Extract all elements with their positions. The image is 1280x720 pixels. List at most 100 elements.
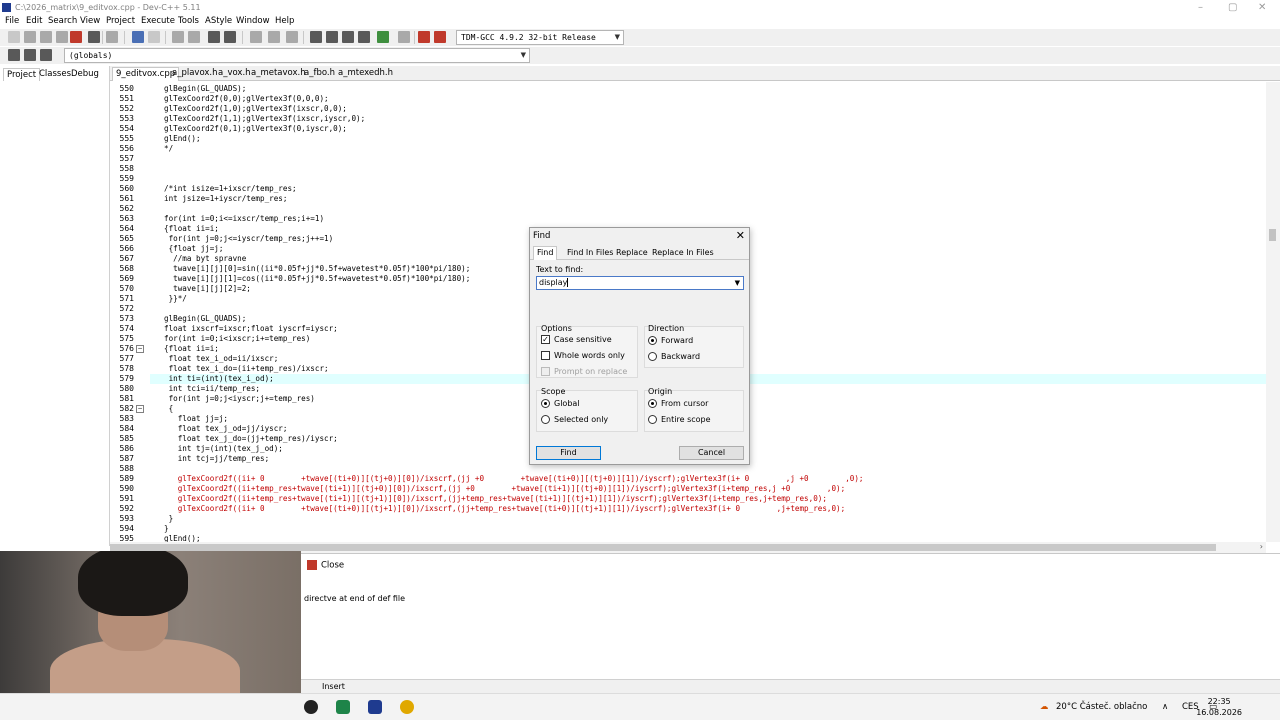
close-file-icon[interactable] — [70, 31, 82, 43]
code-line[interactable]: glBegin(GL_QUADS); — [164, 314, 246, 323]
close-output-button[interactable]: Close — [307, 560, 344, 571]
menu-help[interactable]: Help — [275, 16, 294, 26]
open-file-icon[interactable] — [24, 31, 36, 43]
cancel-button[interactable]: Cancel — [679, 446, 744, 460]
compiler-select[interactable]: TDM-GCC 4.9.2 32-bit Release ▼ — [456, 30, 624, 45]
menu-search[interactable]: Search — [48, 16, 77, 26]
case-sensitive-checkbox[interactable]: ✓ Case sensitive — [541, 335, 612, 344]
rebuild-icon[interactable] — [358, 31, 370, 43]
code-line[interactable]: glTexCoord2f((ii+ 0 +twave[(ti+0)][(tj+1… — [164, 504, 846, 513]
new-file-icon[interactable] — [8, 31, 20, 43]
maximize-icon[interactable]: ▢ — [1228, 2, 1237, 13]
selected-only-radio[interactable]: Selected only — [541, 415, 608, 424]
tab-replace[interactable]: Replace — [616, 248, 648, 257]
devcpp-taskbar-icon[interactable] — [368, 700, 382, 714]
forward-radio[interactable]: Forward — [648, 336, 693, 345]
debug-icon[interactable] — [434, 31, 446, 43]
code-line[interactable]: for(int j=0;j<iyscr;j+=temp_res) — [164, 394, 315, 403]
code-line[interactable]: for(int i=0;i<=ixscr/temp_res;i+=1) — [164, 214, 324, 223]
chevron-up-icon[interactable]: ∧ — [1162, 702, 1168, 712]
stop-icon[interactable] — [398, 31, 410, 43]
code-line[interactable]: glTexCoord2f(0,1);glVertex3f(0,iyscr,0); — [164, 124, 347, 133]
code-line[interactable]: float jj=j; — [164, 414, 228, 423]
code-line[interactable]: glTexCoord2f(1,1);glVertex3f(ixscr,iyscr… — [164, 114, 365, 123]
undo-icon[interactable] — [132, 31, 144, 43]
project-options-icon[interactable] — [40, 49, 52, 61]
code-line[interactable]: float tex_j_do=(jj+temp_res)/iyscr; — [164, 434, 338, 443]
menu-view[interactable]: View — [80, 16, 100, 26]
find-icon[interactable] — [172, 31, 184, 43]
code-line[interactable]: int tj=(int)(tex_j_od); — [164, 444, 283, 453]
code-line[interactable]: int tcj=jj/temp_res; — [164, 454, 269, 463]
code-line[interactable]: } — [164, 514, 174, 523]
scroll-thumb[interactable] — [110, 544, 1216, 551]
tab-find[interactable]: Find — [533, 246, 558, 260]
editor-tab[interactable]: a_mtexedh.h — [336, 68, 395, 78]
replace-icon[interactable] — [188, 31, 200, 43]
print-icon[interactable] — [106, 31, 118, 43]
run-icon[interactable] — [326, 31, 338, 43]
code-line[interactable]: twave[i][j][1]=cos((ii*0.05f+jj*0.5f+wav… — [164, 274, 470, 283]
code-line[interactable]: glTexCoord2f((ii+temp_res+twave[(ti+1)][… — [164, 494, 827, 503]
menu-file[interactable]: File — [5, 16, 19, 26]
menu-project[interactable]: Project — [106, 16, 135, 26]
editor-tab[interactable]: a_vox.h — [216, 68, 253, 78]
code-line[interactable]: } — [164, 524, 169, 533]
syntax-check-icon[interactable] — [377, 31, 389, 43]
toggle-comment-icon[interactable] — [286, 31, 298, 43]
scope-select[interactable]: (globals) ▼ — [64, 48, 530, 63]
global-radio[interactable]: Global — [541, 399, 580, 408]
code-line[interactable]: glEnd(); — [164, 134, 201, 143]
tab-project[interactable]: Project — [3, 68, 41, 81]
editor-tab[interactable]: a_plavox.h — [170, 68, 220, 78]
chevron-down-icon[interactable]: ▼ — [735, 277, 740, 289]
code-line[interactable]: */ — [164, 144, 173, 153]
close-icon[interactable]: ✕ — [736, 229, 745, 242]
menu-astyle[interactable]: AStyle — [205, 16, 232, 26]
code-line[interactable]: {float ii=i; — [164, 344, 219, 353]
new-class-icon[interactable] — [8, 49, 20, 61]
minimize-icon[interactable]: – — [1198, 2, 1203, 13]
entire-scope-radio[interactable]: Entire scope — [648, 415, 711, 424]
weather-text[interactable]: 20°C Částeč. oblačno — [1056, 702, 1147, 712]
code-line[interactable]: int ti=(int)(tex_i_od); — [164, 374, 274, 383]
editor-tab[interactable]: a_metavox.h — [249, 68, 308, 78]
code-line[interactable]: twave[i][j][2]=2; — [164, 284, 251, 293]
code-line[interactable]: glTexCoord2f((ii+ 0 +twave[(ti+0)][(tj+0… — [164, 474, 864, 483]
menu-edit[interactable]: Edit — [26, 16, 42, 26]
editor-tab[interactable]: a_fbo.h — [302, 68, 337, 78]
goto-line-icon[interactable] — [224, 31, 236, 43]
tab-debug[interactable]: Debug — [68, 68, 102, 80]
tab-replace-in-files[interactable]: Replace In Files — [652, 248, 714, 257]
code-line[interactable]: twave[i][j][0]=sin((ii*0.05f+jj*0.5f+wav… — [164, 264, 470, 273]
code-line[interactable]: int tci=ii/temp_res; — [164, 384, 260, 393]
profile-icon[interactable] — [418, 31, 430, 43]
code-line[interactable]: float tex_i_do=(ii+temp_res)/ixscr; — [164, 364, 329, 373]
code-line[interactable]: //ma byt spravne — [164, 254, 246, 263]
code-line[interactable]: for(int j=0;j<=iyscr/temp_res;j++=1) — [164, 234, 334, 243]
close-window-icon[interactable]: ✕ — [1258, 2, 1266, 13]
add-file-icon[interactable] — [24, 49, 36, 61]
unindent-icon[interactable] — [268, 31, 280, 43]
code-line[interactable]: float ixscrf=ixscr;float iyscrf=iyscr; — [164, 324, 338, 333]
indent-icon[interactable] — [250, 31, 262, 43]
save-icon[interactable] — [40, 31, 52, 43]
menu-execute[interactable]: Execute — [141, 16, 175, 26]
redo-icon[interactable] — [148, 31, 160, 43]
code-line[interactable]: float tex_i_od=ii/ixscr; — [164, 354, 279, 363]
compile-run-icon[interactable] — [342, 31, 354, 43]
chevron-right-icon[interactable]: › — [1260, 542, 1263, 551]
code-line[interactable]: {float jj=j; — [164, 244, 224, 253]
green-app-icon[interactable] — [336, 700, 350, 714]
whole-words-checkbox[interactable]: Whole words only — [541, 351, 625, 360]
code-line[interactable]: int jsize=1+iyscr/temp_res; — [164, 194, 287, 203]
code-line[interactable]: for(int i=0;i<ixscr;i+=temp_res) — [164, 334, 310, 343]
code-line[interactable]: glBegin(GL_QUADS); — [164, 84, 246, 93]
save-all-icon[interactable] — [56, 31, 68, 43]
code-line[interactable]: }}*/ — [164, 294, 187, 303]
code-line[interactable]: { — [164, 404, 174, 413]
code-line[interactable]: glTexCoord2f(0,0);glVertex3f(0,0,0); — [164, 94, 329, 103]
fold-toggle-icon[interactable]: − — [136, 345, 144, 353]
obs-app-icon[interactable] — [304, 700, 318, 714]
tab-find-in-files[interactable]: Find In Files — [567, 248, 613, 257]
